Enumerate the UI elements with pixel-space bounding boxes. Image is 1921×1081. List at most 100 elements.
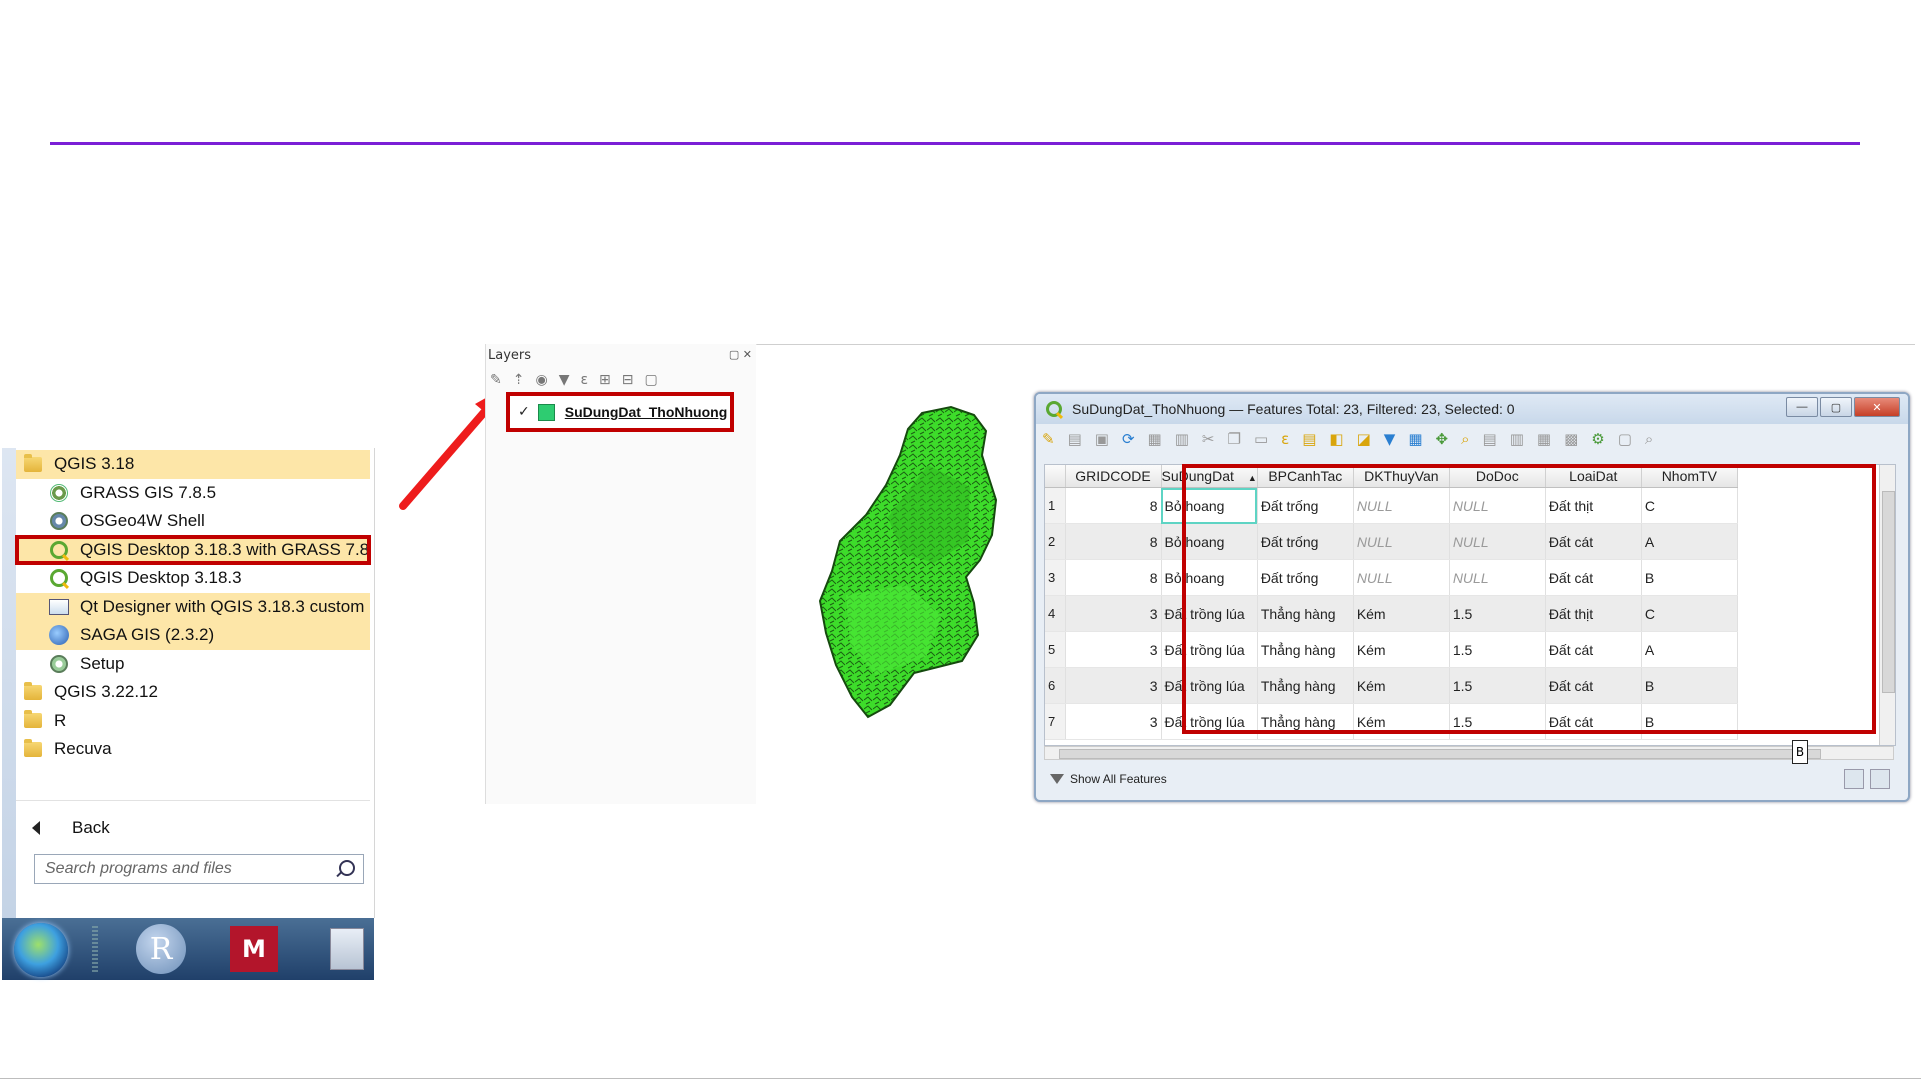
save-edits-icon[interactable]: ▣ — [1095, 430, 1109, 448]
back-button[interactable]: Back — [32, 814, 110, 842]
table-cell[interactable]: 3 — [1065, 595, 1162, 632]
table-cell[interactable]: 1.5 — [1449, 631, 1546, 668]
table-cell[interactable]: Đất trống — [1257, 487, 1354, 524]
show-all-features-button[interactable]: Show All Features — [1070, 772, 1167, 786]
table-cell[interactable]: B — [1641, 667, 1738, 704]
table-cell[interactable]: NULL — [1353, 559, 1450, 596]
start-menu-scrollbar[interactable] — [2, 448, 16, 918]
table-cell[interactable]: Đất trống — [1257, 559, 1354, 596]
form-view-button[interactable] — [1844, 769, 1864, 789]
remove-icon[interactable]: ▢ — [645, 372, 658, 388]
paste-icon[interactable]: ▭ — [1254, 430, 1268, 448]
table-cell[interactable]: Đất thịt — [1545, 487, 1642, 524]
table-cell[interactable]: Đất trồng lúa — [1161, 631, 1258, 668]
table-row[interactable]: 4 3 Đất trồng lúa Thẳng hàng Kém 1.5 Đất thịt C — [1045, 595, 1738, 632]
add-group-icon[interactable]: ⇡ — [513, 372, 525, 388]
table-cell[interactable]: Đất trồng lúa — [1161, 667, 1258, 704]
map-canvas[interactable] — [756, 345, 1034, 805]
table-cell[interactable]: NULL — [1449, 487, 1546, 524]
table-cell[interactable]: A — [1641, 631, 1738, 668]
table-cell[interactable]: 3 — [1065, 667, 1162, 704]
table-cell[interactable]: Thẳng hàng — [1257, 631, 1354, 668]
column-header[interactable]: NhomTV — [1641, 465, 1738, 488]
table-cell[interactable]: Đất trồng lúa — [1161, 595, 1258, 632]
table-cell[interactable]: NULL — [1353, 487, 1450, 524]
start-menu-item[interactable]: R — [16, 707, 370, 736]
table-cell[interactable]: Kém — [1353, 631, 1450, 668]
table-cell[interactable]: NULL — [1449, 523, 1546, 560]
actions-icon[interactable]: ⚙ — [1591, 430, 1604, 448]
windows-start-button[interactable] — [14, 923, 68, 977]
delete-feature-icon[interactable]: ▥ — [1175, 430, 1189, 448]
attribute-table-titlebar[interactable]: SuDungDat_ThoNhuong — Features Total: 23… — [1036, 394, 1908, 424]
style-icon[interactable]: ✎ — [490, 372, 502, 388]
select-all-icon[interactable]: ▤ — [1302, 430, 1316, 448]
table-cell[interactable]: NULL — [1353, 523, 1450, 560]
table-cell[interactable]: Kém — [1353, 703, 1450, 740]
table-row[interactable]: 7 3 Đất trồng lúa Thẳng hàng Kém 1.5 Đất cát B — [1045, 703, 1738, 740]
table-cell[interactable]: Đất thịt — [1545, 595, 1642, 632]
search-input[interactable]: Search programs and files — [34, 854, 364, 884]
row-number[interactable]: 2 — [1045, 523, 1066, 560]
start-menu-item[interactable]: Recuva — [16, 735, 370, 764]
column-header[interactable]: GRIDCODE — [1065, 465, 1162, 488]
table-cell[interactable]: 3 — [1065, 703, 1162, 740]
horizontal-scrollbar[interactable] — [1044, 746, 1894, 760]
column-header[interactable]: SuDungDat ▲ — [1161, 465, 1258, 488]
table-cell[interactable]: Đất trồng lúa — [1161, 703, 1258, 740]
expression-icon[interactable]: ε — [580, 372, 588, 388]
table-row[interactable]: 6 3 Đất trồng lúa Thẳng hàng Kém 1.5 Đất cát B — [1045, 667, 1738, 704]
move-selection-top-icon[interactable]: ▦ — [1408, 430, 1422, 448]
start-menu-item[interactable]: QGIS Desktop 3.18.3 — [16, 564, 370, 593]
zoom-to-selection-icon[interactable]: ⌕ — [1461, 430, 1469, 448]
table-row[interactable]: 2 8 Bỏ hoang Đất trống NULL NULL Đất cát A — [1045, 523, 1738, 560]
table-cell[interactable]: Thẳng hàng — [1257, 667, 1354, 704]
filter-icon[interactable]: ▼ — [559, 372, 570, 388]
table-cell[interactable]: Kém — [1353, 667, 1450, 704]
table-row[interactable]: 5 3 Đất trồng lúa Thẳng hàng Kém 1.5 Đất cát A — [1045, 631, 1738, 668]
table-cell[interactable]: Đất cát — [1545, 523, 1642, 560]
collapse-icon[interactable]: ⊟ — [622, 372, 634, 388]
table-cell[interactable]: C — [1641, 595, 1738, 632]
table-cell[interactable]: Bỏ hoang — [1161, 487, 1258, 524]
row-number[interactable]: 6 — [1045, 667, 1066, 704]
invert-selection-icon[interactable]: ◧ — [1329, 430, 1343, 448]
table-cell[interactable]: 8 — [1065, 487, 1162, 524]
corner-header[interactable] — [1045, 465, 1066, 488]
vertical-scrollbar[interactable] — [1879, 465, 1895, 745]
r-taskbar-button[interactable]: R — [136, 924, 186, 974]
maximize-button[interactable]: ▢ — [1820, 397, 1852, 417]
table-cell[interactable]: Bỏ hoang — [1161, 523, 1258, 560]
copy-icon[interactable]: ❐ — [1227, 430, 1240, 448]
table-cell[interactable]: A — [1641, 523, 1738, 560]
calculator-taskbar-button[interactable] — [330, 928, 364, 970]
table-row[interactable]: 3 8 Bỏ hoang Đất trống NULL NULL Đất cát B — [1045, 559, 1738, 596]
mendeley-taskbar-button[interactable]: M — [230, 926, 278, 972]
dock-icon[interactable]: ▢ — [1618, 430, 1632, 448]
layer-visibility-checkbox[interactable]: ✓ — [518, 404, 530, 420]
column-header[interactable]: DoDoc — [1449, 465, 1546, 488]
table-cell[interactable]: 8 — [1065, 523, 1162, 560]
new-field-icon[interactable]: ▤ — [1483, 430, 1497, 448]
table-cell[interactable]: 1.5 — [1449, 703, 1546, 740]
table-cell[interactable]: Đất cát — [1545, 631, 1642, 668]
multi-edit-icon[interactable]: ▤ — [1068, 430, 1082, 448]
table-cell[interactable]: B — [1641, 559, 1738, 596]
expand-icon[interactable]: ⊞ — [599, 372, 611, 388]
start-menu-item[interactable]: SAGA GIS (2.3.2) — [16, 621, 370, 650]
column-header[interactable]: DKThuyVan — [1353, 465, 1450, 488]
column-header[interactable]: BPCanhTac — [1257, 465, 1354, 488]
table-cell[interactable]: Thẳng hàng — [1257, 595, 1354, 632]
table-cell[interactable]: Bỏ hoang — [1161, 559, 1258, 596]
field-calculator-icon[interactable]: ▦ — [1537, 430, 1551, 448]
minimize-button[interactable]: — — [1786, 397, 1818, 417]
layers-panel-controls[interactable]: ▢ ✕ — [729, 348, 752, 361]
cut-icon[interactable]: ✂ — [1202, 430, 1215, 448]
filter-select-icon[interactable]: ▼ — [1384, 430, 1396, 448]
table-view-button[interactable] — [1870, 769, 1890, 789]
start-menu-item[interactable]: QGIS 3.22.12 — [16, 678, 370, 707]
table-row[interactable]: 1 8 Bỏ hoang Đất trống NULL NULL Đất thịt C — [1045, 487, 1738, 524]
close-button[interactable]: ✕ — [1854, 397, 1900, 417]
pan-to-selection-icon[interactable]: ✥ — [1436, 430, 1449, 448]
start-menu-item[interactable]: QGIS Desktop 3.18.3 with GRASS 7.8. — [15, 534, 371, 565]
